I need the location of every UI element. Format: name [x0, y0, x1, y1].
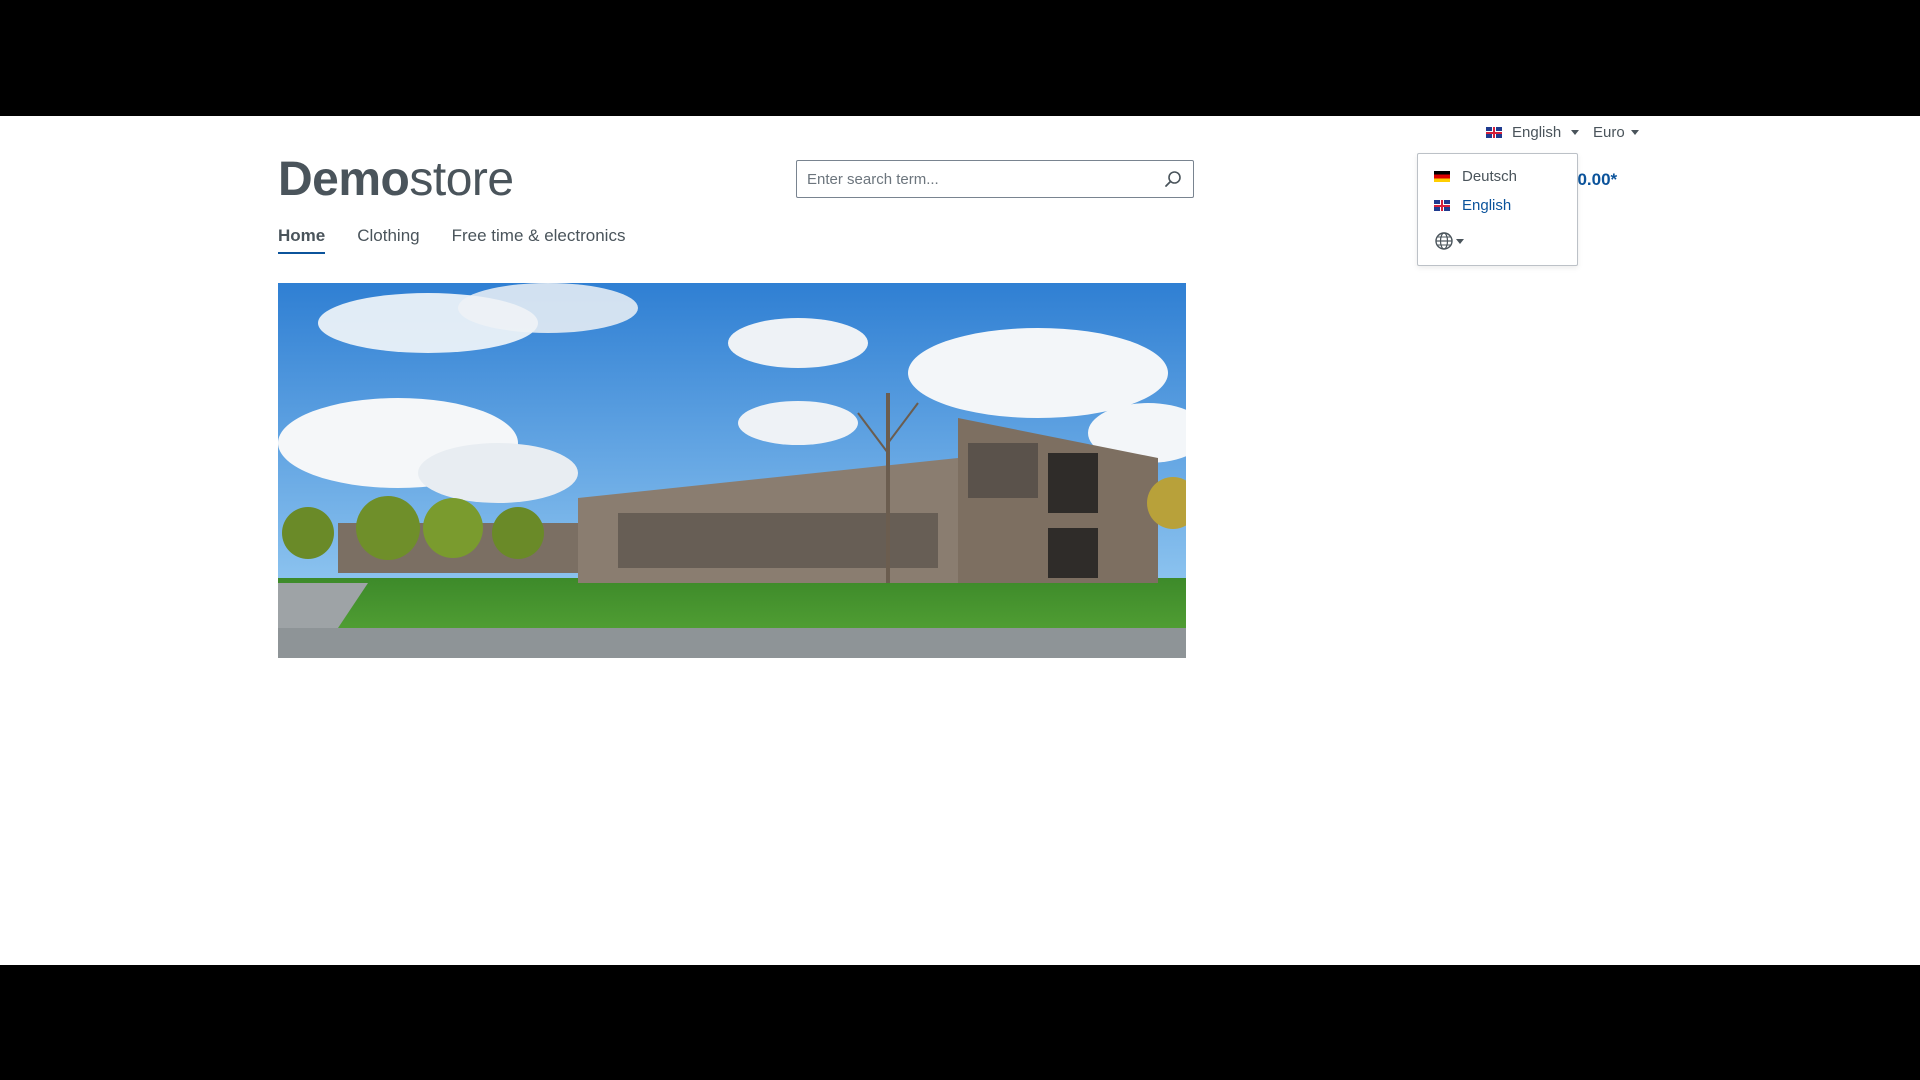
chevron-down-icon	[1456, 238, 1464, 244]
search-bar	[796, 160, 1194, 198]
globe-icon	[1435, 232, 1453, 250]
currency-selector[interactable]: Euro	[1593, 124, 1639, 141]
language-label: English	[1512, 124, 1562, 141]
flag-de-icon	[1434, 171, 1450, 182]
logo-bold-text: Demo	[278, 153, 410, 206]
language-option-label: Deutsch	[1462, 168, 1518, 185]
search-button[interactable]	[1153, 161, 1193, 197]
search-icon	[1165, 171, 1181, 187]
chevron-down-icon	[1630, 130, 1639, 135]
nav-item-free-time-electronics[interactable]: Free time & electronics	[452, 226, 626, 254]
store-logo[interactable]: Demostore	[278, 156, 514, 204]
main-navigation: Home Clothing Free time & electronics	[278, 226, 625, 254]
flag-gb-icon	[1486, 127, 1502, 138]
nav-item-clothing[interactable]: Clothing	[357, 226, 419, 254]
hero-image	[278, 283, 1186, 658]
logo-light-text: store	[409, 153, 514, 206]
search-input[interactable]	[797, 161, 1153, 197]
letterbox-bottom	[0, 965, 1920, 1080]
globe-language-toggle[interactable]	[1434, 231, 1464, 251]
flag-gb-icon	[1434, 200, 1450, 211]
language-option-label: English	[1462, 197, 1512, 214]
currency-label: Euro	[1593, 124, 1625, 141]
shop-page: English Euro Demostore €0.00* Home Cloth…	[0, 116, 1920, 965]
language-option-english[interactable]: English	[1434, 197, 1511, 214]
chevron-down-icon	[1571, 130, 1580, 135]
language-selector[interactable]: English	[1486, 124, 1580, 141]
nav-item-home[interactable]: Home	[278, 226, 326, 254]
language-dropdown: Deutsch English	[1417, 153, 1578, 266]
language-option-deutsch[interactable]: Deutsch	[1434, 168, 1517, 185]
letterbox-top	[0, 0, 1920, 116]
